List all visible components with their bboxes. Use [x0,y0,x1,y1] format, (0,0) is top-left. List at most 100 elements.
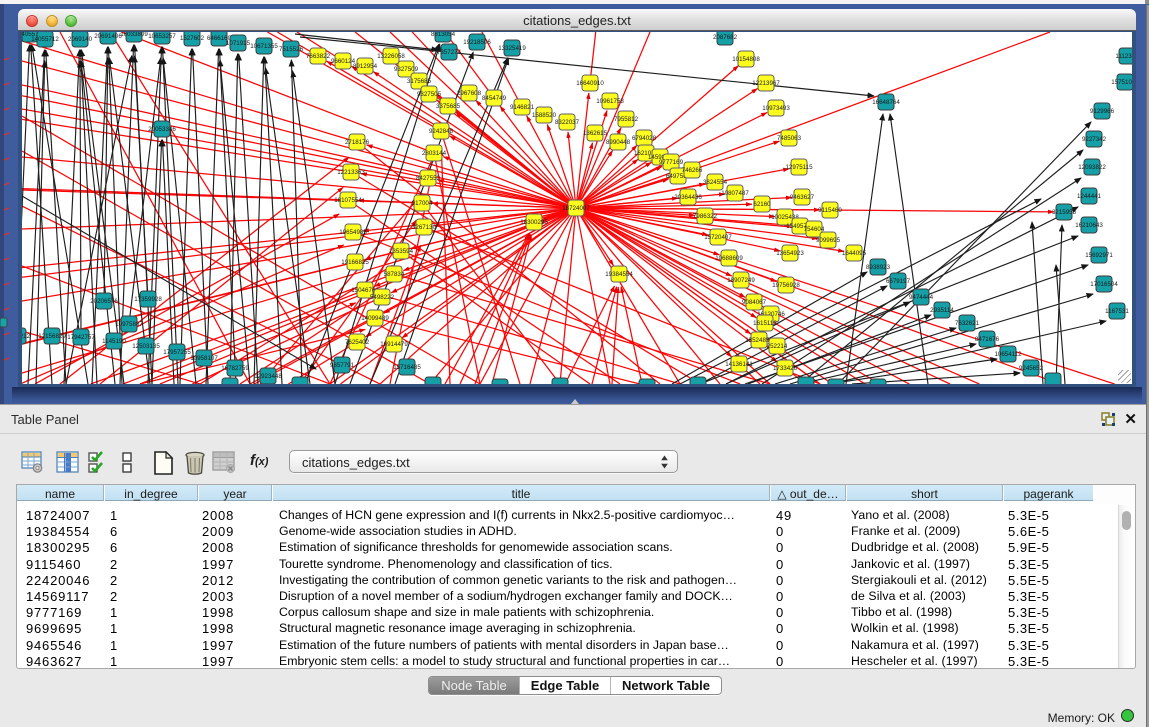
svg-text:9084067: 9084067 [742,299,767,306]
svg-text:10973493: 10973493 [762,105,790,112]
svg-text:10688609: 10688609 [715,255,743,262]
svg-text:1353594: 1353594 [389,248,414,255]
svg-text:1071915: 1071915 [226,40,251,47]
svg-text:8813054: 8813054 [431,32,456,38]
svg-text:18107554: 18107554 [334,197,362,204]
svg-text:9245652: 9245652 [1019,365,1044,372]
svg-text:17016504: 17016504 [1090,281,1118,288]
svg-text:3824554: 3824554 [703,179,728,186]
svg-text:16914479: 16914479 [380,341,408,348]
svg-text:16640910: 16640910 [576,80,604,87]
svg-text:13325419: 13325419 [498,45,526,52]
svg-text:8427552: 8427552 [416,175,441,182]
svg-text:7986322: 7986322 [693,213,718,220]
svg-text:8912954: 8912954 [353,63,378,70]
svg-text:16210643: 16210643 [1075,222,1103,229]
svg-text:19218506: 19218506 [463,39,491,46]
svg-text:16648764: 16648764 [872,99,900,106]
svg-text:19166825: 19166825 [341,259,369,266]
svg-text:7663822: 7663822 [306,53,331,60]
svg-text:10154808: 10154808 [732,56,760,63]
svg-text:16033809: 16033809 [120,32,148,38]
svg-text:1244441: 1244441 [1077,193,1102,200]
svg-text:10961758: 10961758 [596,98,624,105]
svg-text:19384554: 19384554 [605,271,633,278]
svg-text:20364436: 20364436 [674,194,702,201]
svg-text:14055712: 14055712 [31,36,59,43]
svg-text:10654112: 10654112 [994,351,1022,358]
svg-text:9227342: 9227342 [1082,136,1107,143]
svg-text:6794028: 6794028 [632,135,657,142]
svg-text:13226058: 13226058 [377,53,405,60]
svg-text:8471676: 8471676 [975,336,1000,343]
svg-text:2935114: 2935114 [930,307,954,314]
svg-text:17957255: 17957255 [163,349,191,356]
svg-text:10807487: 10807487 [721,190,749,197]
svg-text:15751074: 15751074 [1111,79,1132,86]
svg-text:1644095: 1644095 [842,250,867,257]
svg-text:7632621: 7632621 [955,320,980,327]
svg-text:12213967: 12213967 [752,80,780,87]
svg-text:252214: 252214 [767,343,788,350]
svg-text:6679197: 6679197 [886,278,911,285]
svg-text:10671355: 10671355 [250,43,278,50]
svg-text:1615112: 1615112 [753,320,777,327]
svg-text:8938923: 8938923 [866,264,891,271]
svg-text:9474444: 9474444 [909,294,934,301]
svg-text:3915212: 3915212 [22,333,31,340]
svg-text:12923448: 12923448 [254,373,282,380]
svg-text:15716485: 15716485 [393,364,421,371]
svg-text:13654923: 13654923 [776,250,804,257]
svg-text:14136141: 14136141 [725,361,753,368]
svg-text:9327509: 9327509 [394,66,419,73]
svg-text:3215958: 3215958 [1052,209,1077,216]
svg-text:1145190: 1145190 [102,338,126,345]
svg-text:2967608: 2967608 [457,90,482,97]
svg-text:3175685: 3175685 [407,78,432,85]
svg-text:12156829: 12156829 [38,333,66,340]
svg-text:1112345: 1112345 [1115,53,1132,60]
svg-text:1588520: 1588520 [532,112,557,119]
svg-text:17942757: 17942757 [67,334,95,341]
svg-text:10975887: 10975887 [115,321,143,328]
svg-text:7955812: 7955812 [614,116,639,123]
svg-text:20691406: 20691406 [94,33,122,40]
svg-text:12093822: 12093822 [1078,164,1106,171]
svg-text:9115460: 9115460 [818,207,842,214]
svg-text:18300295: 18300295 [520,219,548,226]
svg-text:5498222: 5498222 [370,294,395,301]
svg-text:7625402: 7625402 [345,339,370,346]
svg-text:1733426: 1733426 [773,365,798,372]
svg-text:17359928: 17359928 [134,296,162,303]
svg-text:2718176: 2718176 [345,139,370,146]
svg-text:8454749: 8454749 [482,95,507,102]
svg-text:9857791: 9857791 [330,362,355,369]
svg-text:2087682: 2087682 [713,34,738,41]
svg-text:16782759: 16782759 [221,365,249,372]
svg-text:15692971: 15692971 [1085,252,1113,259]
svg-text:2803144: 2803144 [422,150,447,157]
svg-text:9463627: 9463627 [790,194,815,201]
svg-text:18724007: 18724007 [562,205,590,212]
svg-text:12503135: 12503135 [132,343,160,350]
svg-text:7357274: 7357274 [437,49,462,56]
svg-text:917004: 917004 [412,200,433,207]
svg-text:1527602: 1527602 [180,35,205,42]
svg-text:18907249: 18907249 [727,277,755,284]
svg-text:10958107: 10958107 [190,355,218,362]
svg-text:20206576: 20206576 [90,298,118,305]
svg-text:12975115: 12975115 [785,164,813,171]
svg-text:9146821: 9146821 [510,104,535,111]
svg-text:62160: 62160 [753,201,771,208]
svg-text:9660124: 9660124 [331,58,356,65]
svg-text:9129966: 9129966 [1090,108,1115,115]
svg-text:19654985: 19654985 [339,229,367,236]
svg-text:3267130: 3267130 [412,224,437,231]
svg-text:9327505: 9327505 [417,91,442,98]
svg-text:9777169: 9777169 [659,159,684,166]
svg-text:1167531: 1167531 [1105,308,1129,315]
svg-text:19756928: 19756928 [772,282,800,289]
svg-text:587834: 587834 [384,271,405,278]
svg-text:15720407: 15720407 [704,234,732,241]
svg-text:20053346: 20053346 [148,126,176,133]
